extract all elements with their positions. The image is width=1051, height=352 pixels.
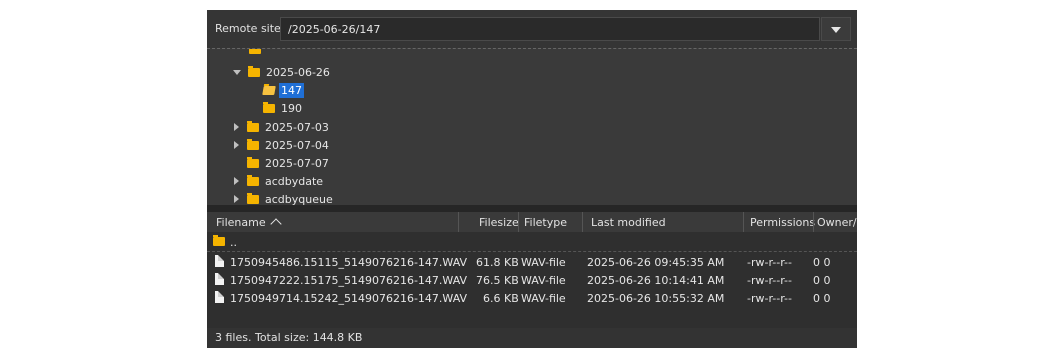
file-size: 76.5 KB: [476, 274, 519, 287]
parent-directory-row[interactable]: ..: [207, 233, 857, 252]
column-filename-label: Filename: [216, 216, 266, 229]
column-separator[interactable]: [743, 212, 744, 232]
file-modified: 2025-06-26 10:55:32 AM: [587, 292, 725, 305]
pane-splitter[interactable]: [207, 205, 857, 212]
folder-icon: [248, 65, 260, 77]
tree-item-label: 147: [279, 82, 304, 98]
tree-item-2025-06-26[interactable]: 2025-06-26: [233, 63, 332, 81]
file-modified: 2025-06-26 10:14:41 AM: [587, 274, 725, 287]
tree-item-label: 2025-07-07: [265, 156, 329, 170]
tree-item-partial: [249, 49, 265, 58]
file-icon: [215, 291, 224, 303]
remote-site-label: Remote site:: [215, 22, 285, 35]
file-icon: [215, 273, 224, 285]
column-separator[interactable]: [582, 212, 583, 232]
tree-item-label: acdbydate: [265, 174, 324, 188]
file-row[interactable]: 1750947222.15175_5149076216-147.WAV 76.5…: [207, 271, 857, 289]
expand-right-icon[interactable]: [234, 123, 239, 131]
file-type: WAV-file: [521, 256, 566, 269]
status-bar: 3 files. Total size: 144.8 KB: [207, 328, 857, 348]
file-permissions: -rw-r--r--: [747, 292, 792, 305]
file-list-header: Filename Filesize Filetype Last modified…: [207, 212, 857, 232]
folder-icon: [249, 49, 261, 54]
tree-item-2025-07-04[interactable]: 2025-07-04: [234, 136, 331, 154]
file-modified: 2025-06-26 09:45:35 AM: [587, 256, 725, 269]
tree-item-acdbyqueue[interactable]: acdbyqueue: [234, 190, 335, 206]
column-filetype[interactable]: Filetype: [524, 216, 567, 229]
folder-icon: [213, 235, 225, 246]
folder-open-icon: [262, 85, 276, 95]
folder-icon: [247, 174, 259, 186]
folder-icon: [263, 101, 275, 113]
remote-path-input[interactable]: /2025-06-26/147: [280, 17, 820, 41]
directory-tree[interactable]: 2025-06-26 147 190 2025-07-03 2025-07-04…: [207, 48, 857, 206]
expand-down-icon[interactable]: [233, 69, 241, 75]
file-list[interactable]: .. 1750945486.15115_5149076216-147.WAV 6…: [207, 233, 857, 328]
tree-item-label: 2025-07-03: [265, 120, 329, 134]
remote-path-value: /2025-06-26/147: [288, 23, 381, 36]
file-row[interactable]: 1750945486.15115_5149076216-147.WAV 61.8…: [207, 253, 857, 271]
file-row[interactable]: 1750949714.15242_5149076216-147.WAV 6.6 …: [207, 289, 857, 307]
file-permissions: -rw-r--r--: [747, 274, 792, 287]
file-owner: 0 0: [813, 274, 831, 287]
file-icon: [215, 255, 224, 267]
file-name: 1750949714.15242_5149076216-147.WAV: [230, 292, 468, 305]
folder-icon: [247, 192, 259, 204]
column-permissions[interactable]: Permissions: [750, 216, 815, 229]
chevron-down-icon: [831, 27, 841, 33]
file-type: WAV-file: [521, 292, 566, 305]
column-separator[interactable]: [518, 212, 519, 232]
expand-right-icon[interactable]: [234, 141, 239, 149]
sort-ascending-icon: [269, 218, 282, 230]
folder-icon: [247, 120, 259, 132]
file-type: WAV-file: [521, 274, 566, 287]
expand-right-icon[interactable]: [234, 195, 239, 203]
tree-item-2025-07-07[interactable]: 2025-07-07: [247, 154, 331, 172]
file-name: 1750947222.15175_5149076216-147.WAV: [230, 274, 468, 287]
remote-site-bar: Remote site: /2025-06-26/147: [207, 10, 857, 48]
tree-item-190[interactable]: 190: [263, 99, 304, 117]
tree-item-label: 2025-06-26: [266, 65, 330, 79]
parent-directory-label: ..: [230, 236, 237, 249]
folder-icon: [247, 156, 259, 168]
remote-path-dropdown-button[interactable]: [821, 17, 851, 41]
expand-right-icon[interactable]: [234, 177, 239, 185]
tree-item-label: 2025-07-04: [265, 138, 329, 152]
file-size: 61.8 KB: [476, 256, 519, 269]
folder-icon: [247, 138, 259, 150]
tree-item-acdbydate[interactable]: acdbydate: [234, 172, 325, 190]
tree-item-2025-07-03[interactable]: 2025-07-03: [234, 118, 331, 136]
file-owner: 0 0: [813, 292, 831, 305]
file-owner: 0 0: [813, 256, 831, 269]
column-last-modified[interactable]: Last modified: [591, 216, 666, 229]
tree-item-147[interactable]: 147: [262, 81, 304, 99]
tree-item-label: 190: [281, 101, 302, 115]
column-separator[interactable]: [813, 212, 814, 232]
status-text: 3 files. Total size: 144.8 KB: [215, 331, 363, 344]
column-filesize[interactable]: Filesize: [479, 216, 519, 229]
tree-item-label: acdbyqueue: [265, 192, 333, 206]
file-name: 1750945486.15115_5149076216-147.WAV: [230, 256, 468, 269]
column-separator[interactable]: [458, 212, 459, 232]
file-permissions: -rw-r--r--: [747, 256, 792, 269]
file-size: 6.6 KB: [483, 292, 519, 305]
column-owner[interactable]: Owner/: [817, 216, 857, 229]
column-filename[interactable]: Filename: [216, 216, 282, 230]
remote-site-panel: Remote site: /2025-06-26/147 2025-06-26 …: [207, 10, 857, 348]
